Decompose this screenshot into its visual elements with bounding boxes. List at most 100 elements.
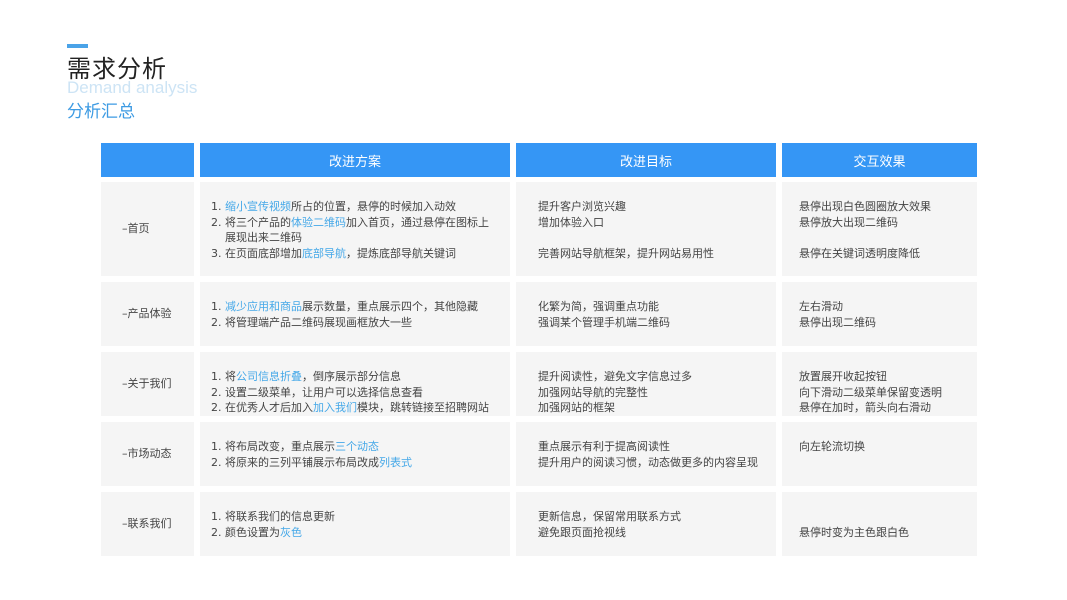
header-cell-effect: 交互效果 (782, 143, 977, 177)
plan-text: 加入首页，通过悬停在图标上 (346, 215, 489, 229)
plan-line: 展现出来二维码 (211, 230, 500, 246)
plan-line: 2. 将三个产品的体验二维码加入首页，通过悬停在图标上 (211, 215, 500, 231)
plan-line: 1. 将联系我们的信息更新 (211, 509, 500, 525)
plan-text: ，提炼底部导航关键词 (346, 246, 456, 260)
plan-text: 将联系我们的信息更新 (225, 510, 335, 523)
title-accent-bar (67, 44, 88, 48)
plan-text: 颜色设置为 (225, 525, 280, 539)
plan-text: 2. (211, 315, 225, 329)
goal-line: 强调某个管理手机端二维码 (538, 315, 670, 329)
goal-line: 提升阅读性，避免文字信息过多 (538, 370, 692, 383)
goal-line: 加强网站导航的完整性 (538, 385, 648, 399)
plan-text: 2. (211, 401, 225, 414)
goal-line: 化繁为简，强调重点功能 (538, 300, 659, 313)
plan-text: 将布局改变，重点展示 (225, 440, 335, 453)
table-row: –市场动态 1. 将布局改变，重点展示三个动态 2. 将原来的三列平铺展示布局改成列… (101, 422, 977, 486)
plan-text: 2. (211, 385, 225, 399)
table-row: –联系我们 1. 将联系我们的信息更新 2. 颜色设置为灰色 更新信息，保留常用联系方… (101, 492, 977, 556)
plan-text: 将原来的三列平铺展示布局改成 (225, 455, 379, 469)
goal-line: 提升客户浏览兴趣 (538, 200, 626, 213)
plan-cell: 1. 缩小宣传视频所占的位置，悬停的时候加入动效 2. 将三个产品的体验二维码加入… (200, 182, 510, 276)
plan-text: 在页面底部增加 (225, 246, 302, 260)
plan-line: 2. 将管理端产品二维码展现画框放大一些 (211, 315, 500, 331)
plan-text: 所占的位置，悬停的时候加入动效 (291, 200, 456, 213)
header-cell-empty (101, 143, 194, 177)
plan-cell: 1. 将联系我们的信息更新 2. 颜色设置为灰色 (200, 492, 510, 556)
table-row: –首页 1. 缩小宣传视频所占的位置，悬停的时候加入动效 2. 将三个产品的体验二维… (101, 182, 977, 276)
effect-cell: 左右滑动 悬停出现二维码 (782, 282, 977, 346)
highlight-text: 缩小宣传视频 (225, 200, 291, 213)
goal-line: 重点展示有利于提高阅读性 (538, 440, 670, 453)
page-title-english: Demand analysis (67, 78, 198, 97)
plan-text: 将 (225, 370, 236, 383)
header-cell-goal: 改进目标 (516, 143, 776, 177)
plan-text: 展示数量，重点展示四个，其他隐藏 (302, 300, 478, 313)
plan-text: 1. (211, 440, 225, 453)
plan-line: 1. 将布局改变，重点展示三个动态 (211, 439, 500, 455)
goal-line: 避免跟页面抢视线 (538, 525, 626, 539)
effect-line: 悬停在加时，箭头向右滑动 (799, 401, 931, 414)
goal-line (538, 230, 766, 246)
effect-cell: 向左轮流切换 (782, 422, 977, 486)
goal-line: 提升用户的阅读习惯，动态做更多的内容呈现 (538, 455, 758, 469)
plan-text: 2. (211, 215, 225, 229)
row-label: –首页 (101, 182, 194, 276)
plan-line: 2. 颜色设置为灰色 (211, 525, 500, 541)
goal-cell: 更新信息，保留常用联系方式 避免跟页面抢视线 (516, 492, 776, 556)
table-body: –首页 1. 缩小宣传视频所占的位置，悬停的时候加入动效 2. 将三个产品的体验二维… (101, 182, 977, 556)
table-header-row: 改进方案 改进目标 交互效果 (101, 143, 977, 177)
plan-line: 1. 减少应用和商品展示数量，重点展示四个，其他隐藏 (211, 299, 500, 315)
highlight-text: 体验二维码 (291, 215, 346, 229)
plan-line: 1. 缩小宣传视频所占的位置，悬停的时候加入动效 (211, 199, 500, 215)
highlight-text: 列表式 (379, 455, 412, 469)
plan-text: 1. (211, 300, 225, 313)
highlight-text: 加入我们 (313, 401, 357, 414)
plan-text: 2. (211, 455, 225, 469)
plan-cell: 1. 将布局改变，重点展示三个动态 2. 将原来的三列平铺展示布局改成列表式 (200, 422, 510, 486)
page-subtitle: 分析汇总 (67, 102, 135, 122)
row-label: –产品体验 (101, 282, 194, 346)
highlight-text: 底部导航 (302, 246, 346, 260)
plan-text: 3. (211, 246, 225, 260)
effect-line: 向下滑动二级菜单保留变透明 (799, 385, 942, 399)
analysis-table: 改进方案 改进目标 交互效果 –首页 1. 缩小宣传视频所占的位置，悬停的时候加入… (101, 143, 977, 562)
plan-text: 将管理端产品二维码展现画框放大一些 (225, 315, 412, 329)
plan-text: 展现出来二维码 (225, 231, 302, 244)
effect-line (799, 230, 967, 246)
effect-cell: 放置展开收起按钮 向下滑动二级菜单保留变透明 悬停在加时，箭头向右滑动 (782, 352, 977, 416)
plan-line: 2. 在优秀人才后加入加入我们模块，跳转链接至招聘网站 (211, 400, 500, 416)
table-row: –关于我们 1. 将公司信息折叠，倒序展示部分信息 2. 设置二级菜单，让用户可以选… (101, 352, 977, 416)
header-cell-plan: 改进方案 (200, 143, 510, 177)
plan-cell: 1. 将公司信息折叠，倒序展示部分信息 2. 设置二级菜单，让用户可以选择信息查看… (200, 352, 510, 416)
plan-text: 设置二级菜单，让用户可以选择信息查看 (225, 385, 423, 399)
effect-line: 左右滑动 (799, 300, 843, 313)
plan-cell: 1. 减少应用和商品展示数量，重点展示四个，其他隐藏 2. 将管理端产品二维码展现… (200, 282, 510, 346)
goal-line: 更新信息，保留常用联系方式 (538, 510, 681, 523)
effect-cell: 悬停出现白色圆圈放大效果 悬停放大出现二维码悬停在关键词透明度降低 (782, 182, 977, 276)
plan-text: ，倒序展示部分信息 (302, 370, 401, 383)
table-row: –产品体验 1. 减少应用和商品展示数量，重点展示四个，其他隐藏 2. 将管理端产品… (101, 282, 977, 346)
plan-text: 1. (211, 200, 225, 213)
plan-line: 1. 将公司信息折叠，倒序展示部分信息 (211, 369, 500, 385)
goal-cell: 化繁为简，强调重点功能 强调某个管理手机端二维码 (516, 282, 776, 346)
effect-line: 悬停出现白色圆圈放大效果 (799, 200, 931, 213)
plan-line: 3. 在页面底部增加底部导航，提炼底部导航关键词 (211, 246, 500, 262)
effect-line (799, 509, 967, 525)
effect-cell: 悬停时变为主色跟白色 (782, 492, 977, 556)
row-label: –关于我们 (101, 352, 194, 416)
goal-line: 完善网站导航框架，提升网站易用性 (538, 246, 714, 260)
row-label: –联系我们 (101, 492, 194, 556)
highlight-text: 公司信息折叠 (236, 370, 302, 383)
effect-line: 向左轮流切换 (799, 440, 865, 453)
plan-text: 模块，跳转链接至招聘网站 (357, 401, 489, 414)
highlight-text: 灰色 (280, 525, 302, 539)
effect-line: 悬停时变为主色跟白色 (799, 525, 909, 539)
plan-line: 2. 设置二级菜单，让用户可以选择信息查看 (211, 385, 500, 401)
goal-line: 增加体验入口 (538, 215, 604, 229)
plan-text: 将三个产品的 (225, 215, 291, 229)
highlight-text: 减少应用和商品 (225, 300, 302, 313)
goal-cell: 提升客户浏览兴趣 增加体验入口完善网站导航框架，提升网站易用性 (516, 182, 776, 276)
effect-line: 悬停在关键词透明度降低 (799, 246, 920, 260)
plan-text: 1. (211, 370, 225, 383)
effect-line: 悬停放大出现二维码 (799, 215, 898, 229)
